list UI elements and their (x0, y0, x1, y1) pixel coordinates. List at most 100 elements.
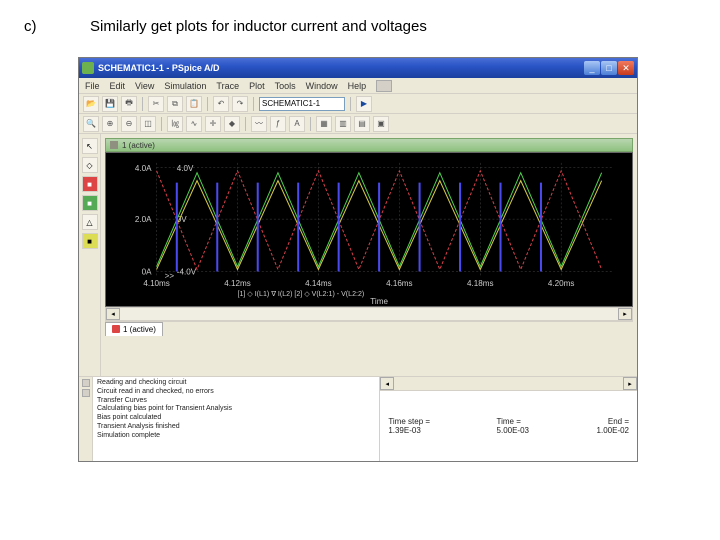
status-scrollbar[interactable]: ◂ ▸ (380, 377, 637, 391)
svg-text:4.18ms: 4.18ms (467, 279, 494, 288)
tool-cursor-icon[interactable]: ✛ (205, 116, 221, 132)
menu-tools[interactable]: Tools (275, 81, 296, 91)
trace-legend: [1] ◇ I(L1) ∇ I(L2) [2] ◇ V(L2:1) - V(L2… (238, 290, 365, 298)
scroll-right-icon[interactable]: ▸ (618, 308, 632, 320)
caption-item: c) (24, 18, 54, 35)
svg-text:4.12ms: 4.12ms (224, 279, 251, 288)
log-line: Transfer Curves (97, 397, 375, 406)
scroll-left-icon[interactable]: ◂ (106, 308, 120, 320)
separator (350, 97, 351, 111)
tool-paste-icon[interactable]: 📋 (186, 96, 202, 112)
side-marker-icon[interactable]: ◇ (82, 157, 98, 173)
status-end: End = 1.00E-02 (594, 417, 629, 435)
caption-text: Similarly get plots for inductor current… (90, 18, 427, 35)
titlebar[interactable]: SCHEMATIC1-1 - PSpice A/D _ □ ✕ (79, 58, 637, 78)
plot-title-text: 1 (active) (122, 141, 155, 150)
separator (253, 97, 254, 111)
tool-misc4-icon[interactable]: ▣ (373, 116, 389, 132)
svg-text:4.10ms: 4.10ms (143, 279, 170, 288)
svg-text:4.14ms: 4.14ms (305, 279, 332, 288)
menu-edit[interactable]: Edit (110, 81, 126, 91)
tool-zoom-icon[interactable]: 🔍 (83, 116, 99, 132)
side-toolbar: ↖ ◇ ■ ■ △ ■ (79, 134, 101, 376)
tool-mark-icon[interactable]: ◆ (224, 116, 240, 132)
scroll-right-icon[interactable]: ▸ (623, 377, 637, 390)
separator (142, 97, 143, 111)
menu-help[interactable]: Help (348, 81, 367, 91)
out-btn-icon[interactable] (82, 389, 90, 397)
status-time: Time = 5.00E-03 (497, 417, 534, 435)
plot-canvas[interactable]: 4.0A 2.0A 0A 4.0V 0V -4.0V >> (105, 152, 633, 307)
doc-tab-icon (112, 325, 120, 333)
side-tri-icon[interactable]: △ (82, 214, 98, 230)
output-side-buttons (79, 377, 93, 461)
tool-redo-icon[interactable]: ↷ (232, 96, 248, 112)
output-panel: Reading and checking circuit Circuit rea… (79, 377, 380, 461)
tool-text-icon[interactable]: A (289, 116, 305, 132)
tool-print-icon[interactable]: 🖶 (121, 96, 137, 112)
plot-area: 1 (active) 4.0A 2.0A (101, 134, 637, 376)
schematic-combo[interactable]: SCHEMATIC1-1 (259, 97, 345, 111)
pspice-window: SCHEMATIC1-1 - PSpice A/D _ □ ✕ File Edi… (78, 57, 638, 462)
menu-view[interactable]: View (135, 81, 154, 91)
tool-misc2-icon[interactable]: ▥ (335, 116, 351, 132)
app-icon (82, 62, 94, 74)
separator (310, 117, 311, 131)
out-btn-icon[interactable] (82, 379, 90, 387)
menu-plot[interactable]: Plot (249, 81, 265, 91)
tool-fft-icon[interactable]: ∿ (186, 116, 202, 132)
scroll-track[interactable] (120, 308, 618, 320)
tool-zoom-out-icon[interactable]: ⊖ (121, 116, 137, 132)
close-button[interactable]: ✕ (618, 61, 634, 75)
log-line: Transient Analysis finished (97, 423, 375, 432)
menu-simulation[interactable]: Simulation (164, 81, 206, 91)
tool-log-icon[interactable]: ㏒ (167, 116, 183, 132)
doc-tab[interactable]: 1 (active) (105, 322, 163, 336)
tool-zoom-in-icon[interactable]: ⊕ (102, 116, 118, 132)
status-timestep: Time step = 1.39E-03 (388, 417, 436, 435)
tool-eval-icon[interactable]: ƒ (270, 116, 286, 132)
x-axis-label: Time (370, 297, 388, 306)
tool-save-icon[interactable]: 💾 (102, 96, 118, 112)
menu-trace[interactable]: Trace (216, 81, 239, 91)
plot-titlebar[interactable]: 1 (active) (105, 138, 633, 152)
plot-title-icon (110, 141, 118, 149)
tool-run-icon[interactable]: ▶ (356, 96, 372, 112)
svg-text:4.16ms: 4.16ms (386, 279, 413, 288)
tool-misc3-icon[interactable]: ▤ (354, 116, 370, 132)
tool-cut-icon[interactable]: ✂ (148, 96, 164, 112)
maximize-button[interactable]: □ (601, 61, 617, 75)
separator (161, 117, 162, 131)
menu-file[interactable]: File (85, 81, 100, 91)
svg-text:4.20ms: 4.20ms (548, 279, 575, 288)
menu-toggle-icon[interactable] (376, 80, 392, 92)
menubar: File Edit View Simulation Trace Plot Too… (79, 78, 637, 94)
toolbar-1: 📂 💾 🖶 ✂ ⧉ 📋 ↶ ↷ SCHEMATIC1-1 ▶ (79, 94, 637, 114)
plot-h-scrollbar[interactable]: ◂ ▸ (105, 307, 633, 321)
ylabel-right-bot: -4.0V (177, 267, 197, 276)
scroll-left-icon[interactable]: ◂ (380, 377, 394, 390)
tool-open-icon[interactable]: 📂 (83, 96, 99, 112)
tool-misc-icon[interactable]: ▦ (316, 116, 332, 132)
side-green-icon[interactable]: ■ (82, 195, 98, 211)
separator (207, 97, 208, 111)
menu-window[interactable]: Window (306, 81, 338, 91)
log-line: Reading and checking circuit (97, 379, 375, 388)
toolbar-2: 🔍 ⊕ ⊖ ◫ ㏒ ∿ ✛ ◆ 〰 ƒ A ▦ ▥ ▤ ▣ (79, 114, 637, 134)
minimize-button[interactable]: _ (584, 61, 600, 75)
side-cursor-icon[interactable]: ↖ (82, 138, 98, 154)
separator (245, 117, 246, 131)
lower-panel: Reading and checking circuit Circuit rea… (79, 376, 637, 461)
tool-trace-icon[interactable]: 〰 (251, 116, 267, 132)
side-red-icon[interactable]: ■ (82, 176, 98, 192)
tool-undo-icon[interactable]: ↶ (213, 96, 229, 112)
side-yellow-icon[interactable]: ■ (82, 233, 98, 249)
log-line: Circuit read in and checked, no errors (97, 388, 375, 397)
tool-zoom-area-icon[interactable]: ◫ (140, 116, 156, 132)
ylabel-left-top: 4.0A (135, 164, 152, 173)
tool-copy-icon[interactable]: ⧉ (167, 96, 183, 112)
ylabel-right-top: 4.0V (177, 164, 194, 173)
log-line: Calculating bias point for Transient Ana… (97, 405, 375, 414)
output-log[interactable]: Reading and checking circuit Circuit rea… (93, 377, 379, 461)
ylabel-left-mid: 2.0A (135, 215, 152, 224)
